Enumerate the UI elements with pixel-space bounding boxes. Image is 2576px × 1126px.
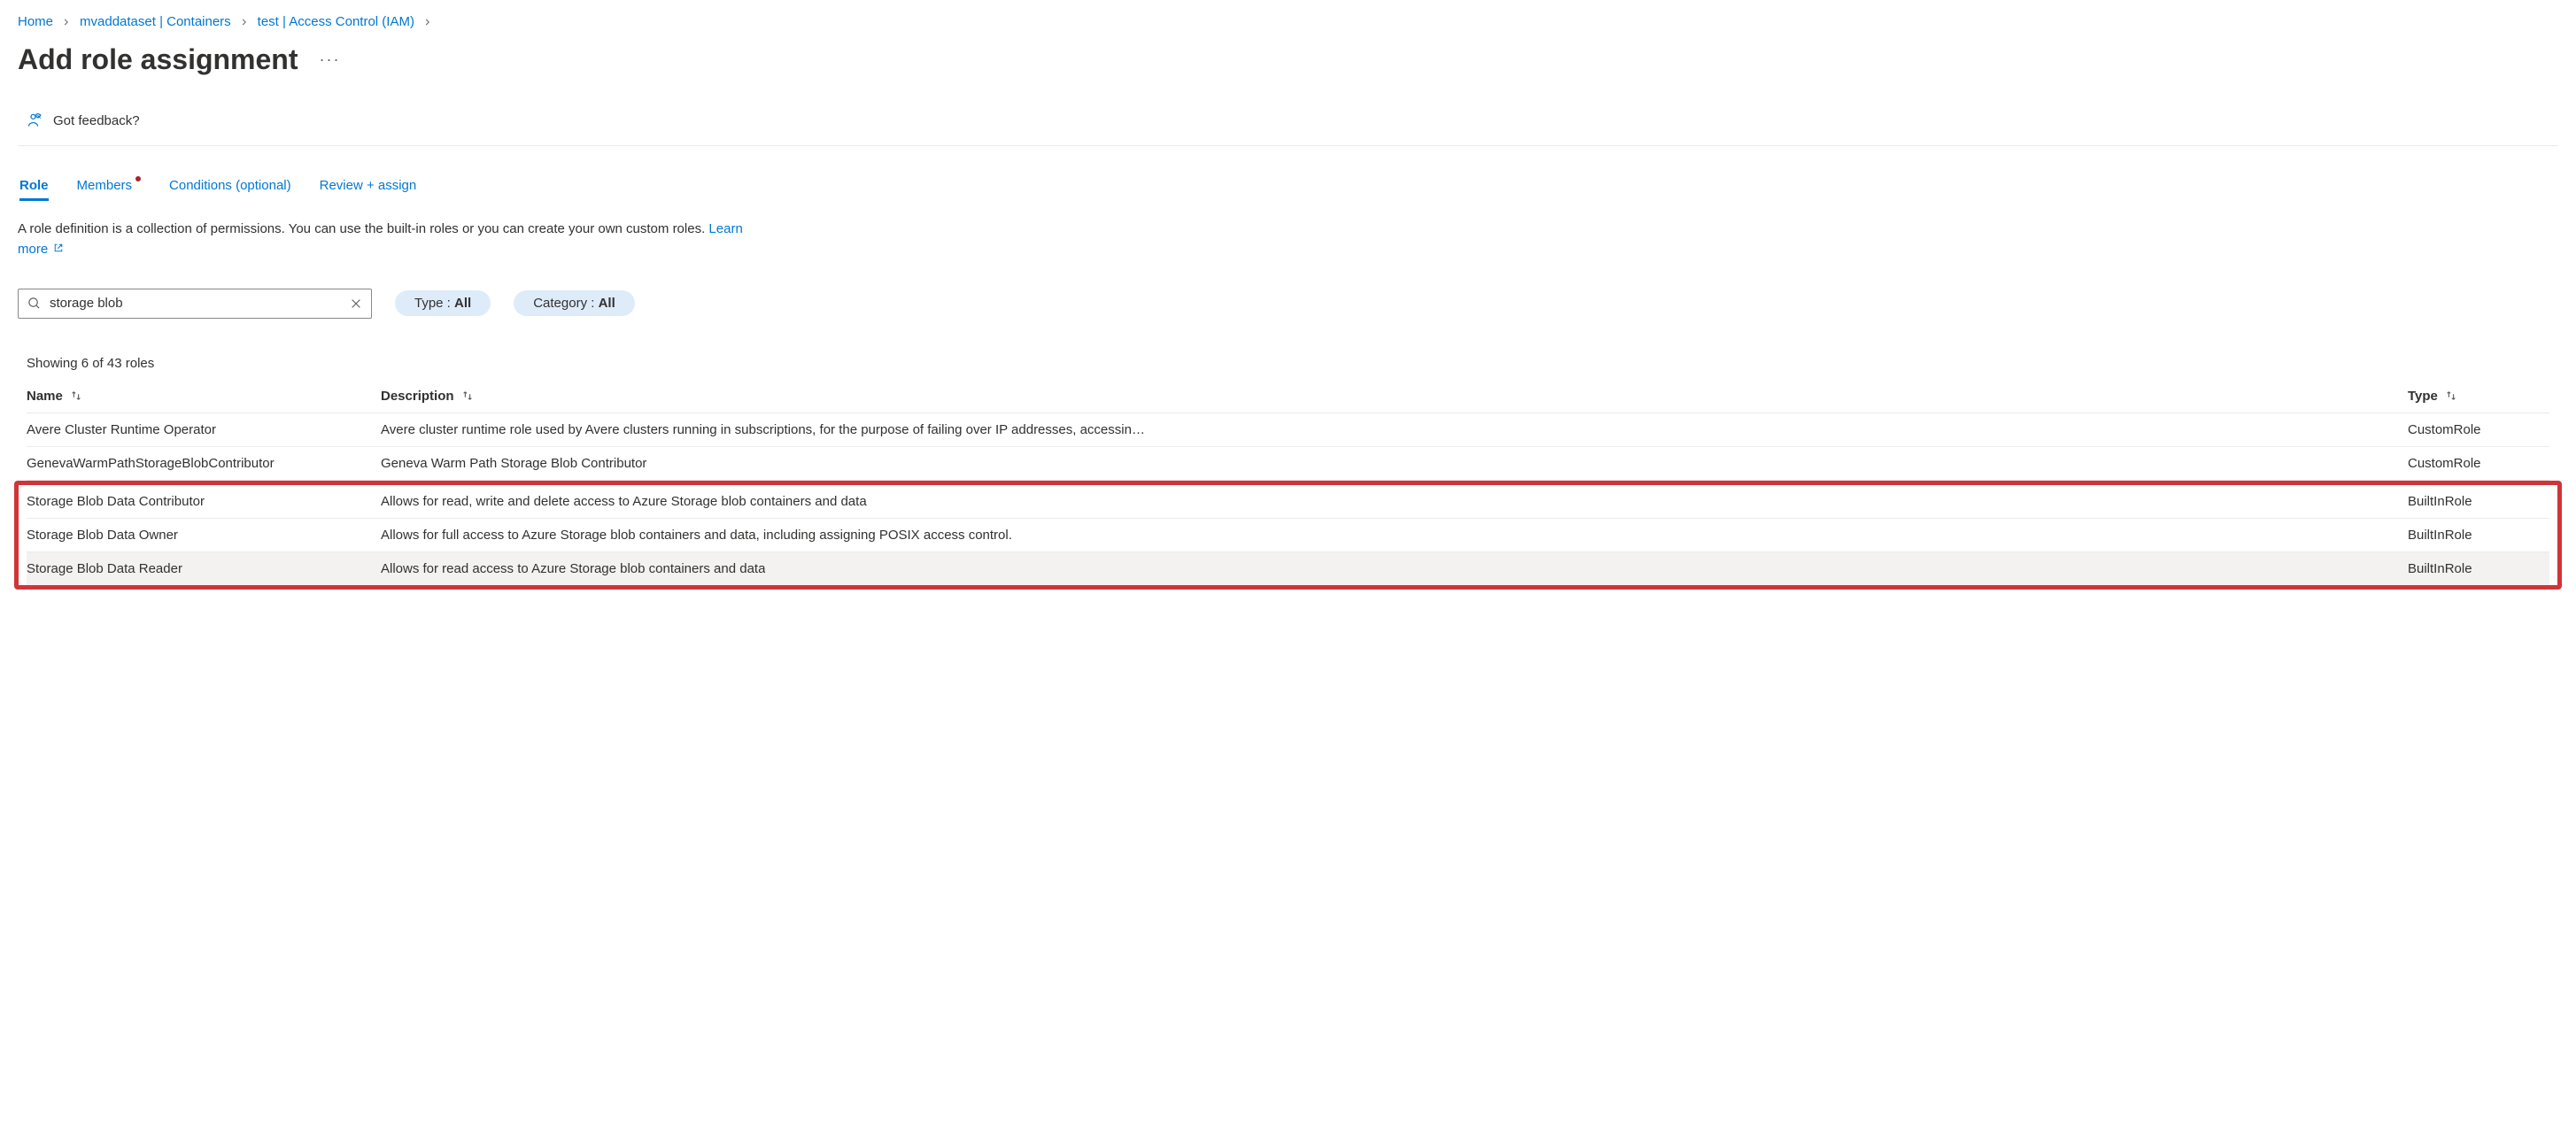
table-header: Name Description Type — [27, 383, 2549, 413]
table-row[interactable]: Storage Blob Data ReaderAllows for read … — [27, 552, 2549, 585]
table-body: Avere Cluster Runtime OperatorAvere clus… — [27, 413, 2549, 590]
feedback-icon — [27, 112, 44, 129]
category-filter-pill[interactable]: Category : All — [514, 290, 635, 316]
breadcrumb-link[interactable]: Home — [18, 14, 53, 29]
more-actions-icon[interactable]: ··· — [320, 50, 341, 69]
column-name-label: Name — [27, 389, 63, 404]
breadcrumb-link[interactable]: mvaddataset | Containers — [80, 14, 231, 29]
helper-text-content: A role definition is a collection of per… — [18, 221, 708, 236]
cell-name: Storage Blob Data Contributor — [27, 494, 381, 509]
cell-type: CustomRole — [2408, 456, 2549, 471]
type-filter-pill[interactable]: Type : All — [395, 290, 491, 316]
filter-row: Type : All Category : All — [18, 260, 2558, 319]
page-title: Add role assignment — [18, 43, 298, 76]
roles-table: Name Description Type Avere Cluster Runt… — [18, 383, 2558, 590]
sort-icon — [2445, 389, 2457, 402]
cell-name: GenevaWarmPathStorageBlobContributor — [27, 456, 381, 471]
type-filter-value: All — [454, 296, 471, 311]
column-description-label: Description — [381, 389, 454, 404]
cell-type: BuiltInRole — [2408, 528, 2549, 543]
tab-label: Review + assign — [320, 178, 417, 193]
category-filter-value: All — [599, 296, 615, 311]
title-row: Add role assignment ··· — [18, 43, 2558, 103]
feedback-label: Got feedback? — [53, 113, 140, 128]
cell-description: Avere cluster runtime role used by Avere… — [381, 422, 2408, 437]
breadcrumb-link[interactable]: test | Access Control (IAM) — [258, 14, 414, 29]
search-icon — [27, 297, 41, 310]
type-filter-label: Type : — [414, 296, 454, 311]
cell-name: Avere Cluster Runtime Operator — [27, 422, 381, 437]
sort-icon — [461, 389, 474, 402]
table-row[interactable]: Avere Cluster Runtime OperatorAvere clus… — [27, 413, 2549, 447]
cell-description: Allows for full access to Azure Storage … — [381, 528, 2408, 543]
chevron-right-icon — [423, 18, 432, 27]
tab-label: Members — [77, 178, 133, 193]
column-header-type[interactable]: Type — [2408, 389, 2549, 404]
attention-dot-icon — [135, 176, 141, 181]
clear-icon[interactable] — [350, 297, 362, 310]
cell-description: Allows for read, write and delete access… — [381, 494, 2408, 509]
cell-type: CustomRole — [2408, 422, 2549, 437]
tab-label: Role — [19, 178, 49, 193]
tab-label: Conditions (optional) — [169, 178, 291, 193]
results-count: Showing 6 of 43 roles — [18, 319, 2558, 383]
highlight-annotation: Storage Blob Data ContributorAllows for … — [14, 481, 2562, 590]
tab-conditions-optional-[interactable]: Conditions (optional) — [169, 178, 291, 201]
chevron-right-icon — [62, 18, 71, 27]
feedback-link[interactable]: Got feedback? — [18, 103, 2558, 146]
tab-role[interactable]: Role — [19, 178, 49, 201]
tab-members[interactable]: Members — [77, 178, 142, 201]
external-link-icon — [53, 243, 64, 253]
table-row[interactable]: Storage Blob Data OwnerAllows for full a… — [27, 519, 2549, 552]
cell-type: BuiltInRole — [2408, 561, 2549, 576]
chevron-right-icon — [240, 18, 249, 27]
column-header-description[interactable]: Description — [381, 389, 2408, 404]
table-row[interactable]: GenevaWarmPathStorageBlobContributorGene… — [27, 447, 2549, 481]
table-row[interactable]: Storage Blob Data ContributorAllows for … — [27, 485, 2549, 519]
cell-type: BuiltInRole — [2408, 494, 2549, 509]
column-header-name[interactable]: Name — [27, 389, 381, 404]
category-filter-label: Category : — [533, 296, 598, 311]
sort-icon — [70, 389, 82, 402]
search-input[interactable] — [50, 296, 341, 311]
helper-text: A role definition is a collection of per… — [18, 201, 744, 260]
breadcrumb: Home mvaddataset | Containers test | Acces… — [18, 7, 2558, 43]
cell-description: Geneva Warm Path Storage Blob Contributo… — [381, 456, 2408, 471]
column-type-label: Type — [2408, 389, 2438, 404]
search-box[interactable] — [18, 289, 372, 319]
cell-description: Allows for read access to Azure Storage … — [381, 561, 2408, 576]
cell-name: Storage Blob Data Reader — [27, 561, 381, 576]
cell-name: Storage Blob Data Owner — [27, 528, 381, 543]
tabs: Role Members Conditions (optional) Review +… — [18, 146, 2558, 201]
tab-review-assign[interactable]: Review + assign — [320, 178, 417, 201]
